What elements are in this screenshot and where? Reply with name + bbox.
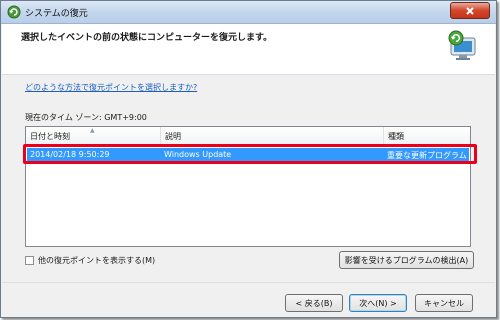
cancel-button[interactable]: キャンセル — [415, 294, 473, 312]
column-header-type[interactable]: 種類 — [388, 131, 404, 142]
column-divider[interactable] — [160, 127, 161, 144]
detect-affected-programs-button[interactable]: 影響を受けるプログラムの検出(A) — [339, 251, 474, 269]
column-header-description[interactable]: 説明 — [165, 131, 181, 142]
system-restore-icon — [7, 5, 21, 19]
close-icon — [466, 6, 474, 15]
highlight-annotation — [23, 144, 477, 164]
next-button[interactable]: 次へ(N) > — [349, 294, 407, 312]
column-header-date[interactable]: 日付と時刻 — [30, 131, 70, 142]
window-title: システムの復元 — [25, 9, 88, 19]
instruction-text: 選択したイベントの前の状態にコンピューターを復元します。 — [21, 33, 273, 43]
list-header: ▲ 日付と時刻 説明 種類 — [26, 127, 470, 145]
show-more-label: 他の復元ポイントを表示する(M) — [38, 256, 156, 265]
column-divider[interactable] — [383, 127, 384, 144]
close-button[interactable] — [450, 2, 490, 19]
show-more-checkbox[interactable] — [25, 256, 34, 265]
help-link[interactable]: どのような方法で復元ポイントを選択しますか? — [25, 82, 197, 93]
back-button[interactable]: < 戻る(B) — [285, 294, 343, 312]
timezone-label: 現在のタイム ゾーン: GMT+9:00 — [25, 113, 147, 122]
restore-monitor-graphic — [445, 28, 481, 64]
header-panel: 選択したイベントの前の状態にコンピューターを復元します。 — [2, 24, 495, 75]
show-more-restore-points-option[interactable]: 他の復元ポイントを表示する(M) — [25, 255, 155, 266]
sort-arrow-icon: ▲ — [90, 127, 95, 134]
footer-divider — [2, 282, 495, 283]
system-restore-dialog: システムの復元 選択したイベントの前の状態にコンピューターを復元します。 どのよ… — [0, 0, 497, 318]
title-bar[interactable]: システムの復元 — [1, 1, 496, 24]
